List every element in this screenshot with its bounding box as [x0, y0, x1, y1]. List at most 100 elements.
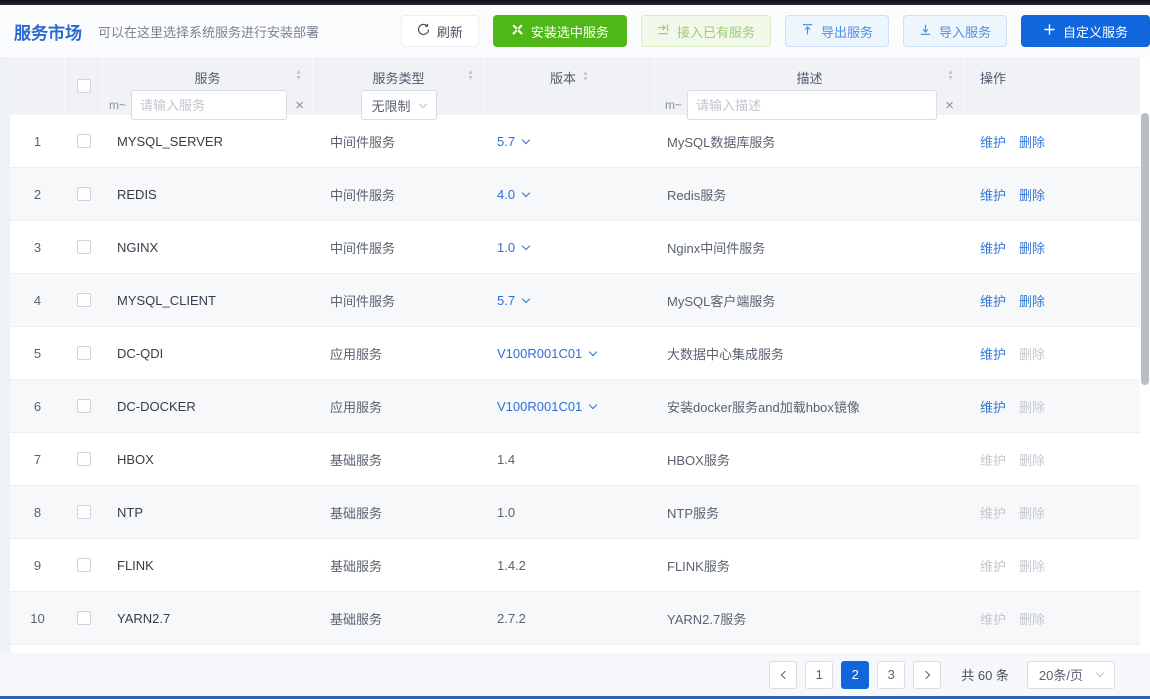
service-desc: FLINK服务 — [655, 556, 965, 575]
version-column-header: 版本 ▲▼ — [485, 57, 655, 115]
type-column-label: 服务类型 — [372, 68, 424, 87]
maintain-link: 维护 — [980, 450, 1006, 469]
page-button-2[interactable]: 2 — [841, 661, 869, 689]
service-column-header: 服务 ▲▼ m~ × — [103, 57, 313, 115]
install-selected-button[interactable]: 安装选中服务 — [493, 15, 627, 47]
page-size-select[interactable]: 20条/页 — [1027, 661, 1115, 689]
row-index: 3 — [10, 240, 65, 255]
row-index: 6 — [10, 399, 65, 414]
row-index: 10 — [10, 611, 65, 626]
service-name: YARN2.7 — [103, 611, 313, 626]
services-table: 服务 ▲▼ m~ × 服务类型 ▲▼ 无限制 版本 — [10, 57, 1140, 653]
service-name: REDIS — [103, 187, 313, 202]
delete-link: 删除 — [1019, 450, 1045, 469]
install-selected-label: 安装选中服务 — [531, 22, 609, 41]
version-column-label: 版本 — [550, 68, 576, 87]
import-button[interactable]: 导入服务 — [903, 15, 1007, 47]
vertical-scrollbar-thumb[interactable] — [1141, 113, 1149, 385]
chevron-down-icon — [522, 188, 530, 196]
chevron-left-icon — [780, 670, 788, 678]
service-filter-input[interactable] — [131, 90, 287, 120]
table-row: 5 DC-QDI 应用服务 V100R001C01 大数据中心集成服务 维护 删… — [10, 327, 1140, 380]
service-name: MYSQL_CLIENT — [103, 293, 313, 308]
row-index: 5 — [10, 346, 65, 361]
version-text: 2.7.2 — [497, 611, 526, 626]
chevron-down-icon — [1096, 669, 1104, 677]
table-row: 1 MYSQL_SERVER 中间件服务 5.7 MySQL数据库服务 维护 删… — [10, 115, 1140, 168]
page-subtitle: 可以在这里选择系统服务进行安装部署 — [98, 22, 319, 41]
chevron-right-icon — [921, 670, 929, 678]
sort-icon[interactable]: ▲▼ — [947, 70, 954, 82]
row-checkbox[interactable] — [77, 558, 91, 572]
clear-desc-filter-icon[interactable]: × — [945, 97, 954, 114]
row-index: 8 — [10, 505, 65, 520]
refresh-button[interactable]: 刷新 — [401, 15, 479, 47]
row-checkbox[interactable] — [77, 293, 91, 307]
row-checkbox[interactable] — [77, 134, 91, 148]
version-select[interactable]: V100R001C01 — [497, 399, 596, 414]
delete-link: 删除 — [1019, 344, 1045, 363]
row-checkbox[interactable] — [77, 240, 91, 254]
row-index: 7 — [10, 452, 65, 467]
toolbar-actions: 刷新 安装选中服务 接入已有服务 导出服务 导入服务 自定义服务 — [401, 15, 1150, 47]
clear-service-filter-icon[interactable]: × — [295, 97, 304, 114]
index-column-header — [10, 57, 65, 115]
version-select[interactable]: 5.7 — [497, 134, 529, 149]
custom-service-button[interactable]: 自定义服务 — [1021, 15, 1150, 47]
desc-filter-input[interactable] — [687, 90, 937, 120]
page-button-3[interactable]: 3 — [877, 661, 905, 689]
row-index: 4 — [10, 293, 65, 308]
action-column-header: 操作 — [965, 57, 1140, 115]
export-button[interactable]: 导出服务 — [785, 15, 889, 47]
delete-link: 删除 — [1019, 556, 1045, 575]
table-header: 服务 ▲▼ m~ × 服务类型 ▲▼ 无限制 版本 — [10, 57, 1140, 115]
select-all-checkbox[interactable] — [77, 79, 91, 93]
next-page-button[interactable] — [913, 661, 941, 689]
version-select[interactable]: 5.7 — [497, 293, 529, 308]
desc-column-header: 描述 ▲▼ m~ × — [655, 57, 965, 115]
sort-icon[interactable]: ▲▼ — [467, 70, 474, 82]
maintain-link[interactable]: 维护 — [980, 238, 1006, 257]
row-checkbox[interactable] — [77, 611, 91, 625]
delete-link[interactable]: 删除 — [1019, 291, 1045, 310]
prev-page-button[interactable] — [769, 661, 797, 689]
table-row: 6 DC-DOCKER 应用服务 V100R001C01 安装docker服务a… — [10, 380, 1140, 433]
page-buttons: 123 — [805, 661, 905, 689]
row-checkbox[interactable] — [77, 505, 91, 519]
maintain-link: 维护 — [980, 503, 1006, 522]
version-select[interactable]: 4.0 — [497, 187, 529, 202]
type-filter-select[interactable]: 无限制 — [361, 90, 437, 120]
version-select[interactable]: 1.0 — [497, 240, 529, 255]
row-checkbox[interactable] — [77, 452, 91, 466]
service-desc: MySQL客户端服务 — [655, 291, 965, 310]
export-label: 导出服务 — [821, 22, 873, 41]
table-body: 1 MYSQL_SERVER 中间件服务 5.7 MySQL数据库服务 维护 删… — [10, 115, 1140, 645]
pagination-bar: 123 共 60 条 20条/页 — [0, 653, 1150, 696]
row-checkbox[interactable] — [77, 346, 91, 360]
maintain-link[interactable]: 维护 — [980, 344, 1006, 363]
service-desc: HBOX服务 — [655, 450, 965, 469]
maintain-link[interactable]: 维护 — [980, 185, 1006, 204]
sort-icon[interactable]: ▲▼ — [295, 70, 302, 82]
maintain-link[interactable]: 维护 — [980, 397, 1006, 416]
service-name: FLINK — [103, 558, 313, 573]
vertical-scrollbar[interactable] — [1140, 57, 1150, 653]
delete-link[interactable]: 删除 — [1019, 238, 1045, 257]
service-type: 应用服务 — [313, 344, 485, 363]
chevron-down-icon — [589, 400, 597, 408]
delete-link[interactable]: 删除 — [1019, 185, 1045, 204]
row-checkbox[interactable] — [77, 399, 91, 413]
maintain-link[interactable]: 维护 — [980, 291, 1006, 310]
page-title: 服务市场 — [14, 19, 82, 44]
service-desc: Redis服务 — [655, 185, 965, 204]
maintain-link[interactable]: 维护 — [980, 132, 1006, 151]
connect-existing-button[interactable]: 接入已有服务 — [641, 15, 771, 47]
page-button-1[interactable]: 1 — [805, 661, 833, 689]
row-checkbox[interactable] — [77, 187, 91, 201]
sort-icon[interactable]: ▲▼ — [582, 71, 589, 83]
version-select[interactable]: V100R001C01 — [497, 346, 596, 361]
delete-link[interactable]: 删除 — [1019, 132, 1045, 151]
chevron-down-icon — [522, 241, 530, 249]
title-area: 服务市场 可以在这里选择系统服务进行安装部署 — [14, 19, 319, 44]
table-row: 2 REDIS 中间件服务 4.0 Redis服务 维护 删除 — [10, 168, 1140, 221]
